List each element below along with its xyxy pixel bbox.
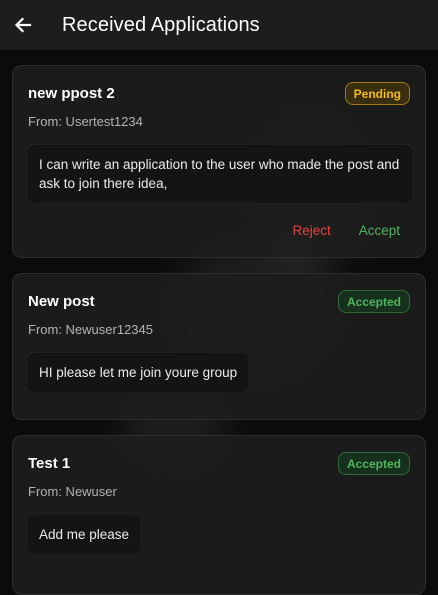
page-title: Received Applications [62,13,260,36]
application-message: HI please let me join youre group [28,353,249,392]
application-card: Test 1 Accepted From: Newuser Add me ple… [12,435,426,595]
card-actions: Reject Accept [292,223,400,238]
application-title: new ppost 2 [28,85,115,102]
application-message: I can write an application to the user w… [28,145,412,203]
applications-list: new ppost 2 Pending From: Usertest1234 I… [0,50,438,595]
app-bar: Received Applications [0,0,438,50]
application-card: new ppost 2 Pending From: Usertest1234 I… [12,65,426,258]
application-message: Add me please [28,515,141,554]
status-badge: Accepted [337,290,410,313]
card-header: New post Accepted [28,290,410,315]
card-header: Test 1 Accepted [28,452,410,477]
application-card: New post Accepted From: Newuser12345 HI … [12,273,426,420]
applicant-from: From: Usertest1234 [28,114,143,129]
applicant-from: From: Newuser12345 [28,322,153,337]
application-title: Test 1 [28,455,71,472]
reject-button[interactable]: Reject [292,223,330,238]
status-badge: Accepted [337,452,410,475]
back-button[interactable] [11,13,35,37]
applicant-from: From: Newuser [28,484,117,499]
card-header: new ppost 2 Pending [28,82,410,107]
application-title: New post [28,293,95,310]
arrow-left-icon [14,17,32,33]
accept-button[interactable]: Accept [359,223,400,238]
status-badge: Pending [344,82,410,105]
